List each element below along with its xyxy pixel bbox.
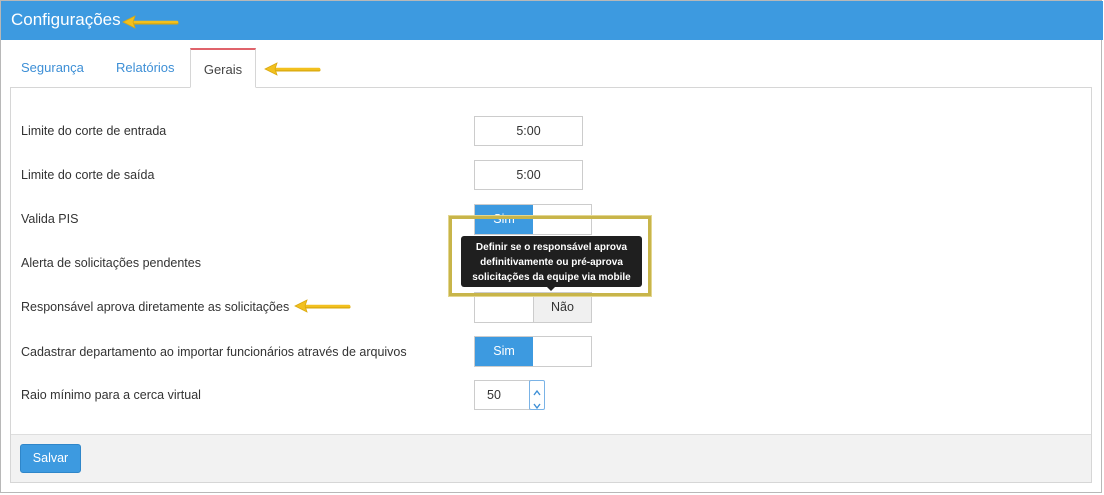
corte-saida-input[interactable]: 5:00	[474, 160, 583, 190]
page-title: Configurações	[11, 10, 121, 29]
cadastrar-departamento-toggle[interactable]: Sim	[474, 336, 592, 367]
tooltip-line: Definir se o responsável aprova	[475, 242, 628, 253]
settings-window: Configurações Segurança Relatórios Gerai…	[0, 0, 1103, 493]
tooltip: Definir se o responsável aprova definiti…	[461, 236, 642, 291]
corte-saida-label: Limite do corte de saída	[21, 168, 155, 182]
tooltip-highlight-box: Definir se o responsável aprova definiti…	[449, 216, 651, 296]
tab-seguranca[interactable]: Segurança	[21, 48, 84, 88]
cadastrar-departamento-sim[interactable]: Sim	[475, 337, 533, 366]
tab-bar: Segurança Relatórios Gerais	[1, 48, 1103, 88]
alerta-pendentes-label: Alerta de solicitações pendentes	[21, 256, 201, 270]
raio-minimo-input[interactable]: 50	[474, 380, 530, 410]
panel-footer: Salvar	[11, 434, 1091, 482]
tooltip-pointer	[547, 287, 555, 291]
responsavel-aprova-sim[interactable]	[475, 293, 533, 322]
cadastrar-departamento-nao[interactable]	[533, 337, 591, 366]
valida-pis-label: Valida PIS	[21, 212, 79, 226]
corte-entrada-label: Limite do corte de entrada	[21, 124, 167, 138]
raio-minimo-label: Raio mínimo para a cerca virtual	[21, 388, 201, 402]
chevron-up-icon[interactable]	[533, 385, 541, 396]
corte-entrada-input[interactable]: 5:00	[474, 116, 583, 146]
tab-gerais[interactable]: Gerais	[190, 48, 256, 88]
tooltip-line: solicitações da equipe via mobile	[472, 272, 631, 283]
cadastrar-departamento-label: Cadastrar departamento ao importar funci…	[21, 345, 407, 359]
responsavel-aprova-nao[interactable]: Não	[533, 293, 591, 322]
arrow-left-icon	[264, 62, 321, 76]
raio-minimo-spinner[interactable]	[529, 380, 545, 410]
tooltip-line: definitivamente ou pré-aprova	[480, 257, 623, 268]
arrow-left-icon	[294, 299, 351, 313]
responsavel-aprova-toggle[interactable]: Não	[474, 292, 592, 323]
tab-relatorios[interactable]: Relatórios	[116, 48, 175, 88]
arrow-left-icon	[122, 15, 179, 29]
responsavel-aprova-label: Responsável aprova diretamente as solici…	[21, 300, 290, 314]
save-button[interactable]: Salvar	[20, 444, 81, 473]
chevron-down-icon[interactable]	[533, 398, 541, 410]
